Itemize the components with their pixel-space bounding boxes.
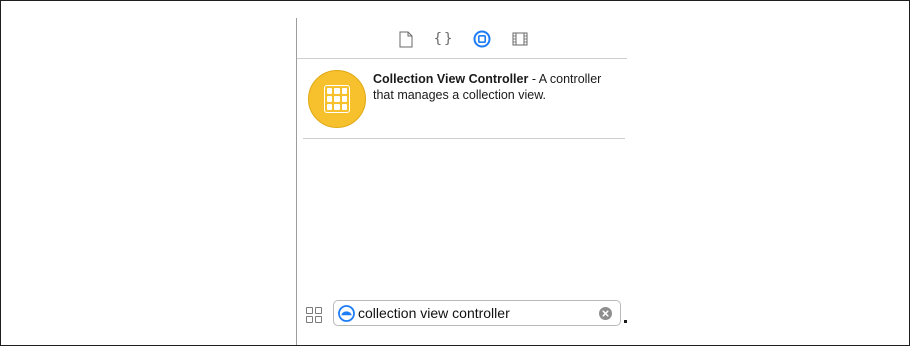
result-title: Collection View Controller <box>373 72 529 86</box>
search-field[interactable] <box>333 300 621 326</box>
library-toolbar: {} <box>297 18 627 59</box>
braces-glyph: {} <box>433 31 455 47</box>
quick-help-braces-icon[interactable]: {} <box>433 28 455 50</box>
media-library-icon[interactable] <box>509 28 531 50</box>
collection-grid-glyph <box>324 85 350 113</box>
result-description-block: Collection View Controller - A controlle… <box>373 71 613 103</box>
object-library-icon[interactable] <box>471 28 493 50</box>
result-separator: - <box>528 72 539 86</box>
screenshot-frame: {} Collection View Controller - A contro… <box>0 0 910 346</box>
collection-view-controller-icon <box>308 70 366 128</box>
search-input[interactable] <box>358 303 588 323</box>
clear-icon[interactable] <box>599 307 612 320</box>
library-filter-bar <box>297 299 627 333</box>
resize-corner <box>624 320 627 323</box>
filter-icon[interactable] <box>338 305 355 322</box>
library-panel: {} Collection View Controller - A contro… <box>296 18 627 345</box>
library-result-item[interactable]: Collection View Controller - A controlle… <box>303 60 625 139</box>
file-inspector-icon[interactable] <box>395 28 417 50</box>
grid-view-toggle-icon[interactable] <box>306 307 322 323</box>
